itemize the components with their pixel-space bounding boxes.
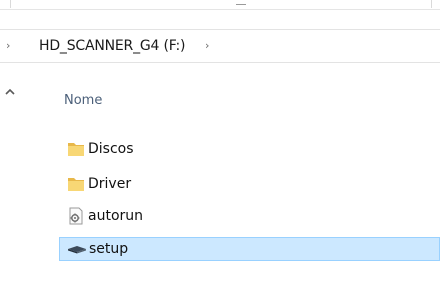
list-item-label: Discos [88,141,134,157]
list-item-label: Driver [88,176,132,192]
breadcrumb-chevron-icon[interactable]: › [6,38,10,54]
list-item-discos[interactable]: Discos [59,137,440,161]
folder-icon [66,174,86,194]
list-item-label: autorun [88,208,144,224]
divider [431,0,432,8]
installer-icon [67,239,87,259]
list-item-driver[interactable]: Driver [59,172,440,196]
column-header-name[interactable]: Nome [64,92,102,110]
breadcrumb-chevron-icon[interactable]: › [205,38,209,54]
breadcrumb-item-drive[interactable]: HD_SCANNER_G4 (F:) [39,37,185,55]
divider [10,0,11,8]
list-item-setup[interactable]: setup [59,237,440,261]
folder-icon [66,139,86,159]
list-item-autorun[interactable]: autorun [59,204,440,228]
address-bar[interactable]: › HD_SCANNER_G4 (F:) › [0,29,440,63]
list-item-label: setup [89,241,129,257]
partial-glyph [236,0,246,5]
settings-file-icon [66,206,86,226]
window-top-edge [0,0,440,10]
chevron-up-icon[interactable] [5,88,15,96]
